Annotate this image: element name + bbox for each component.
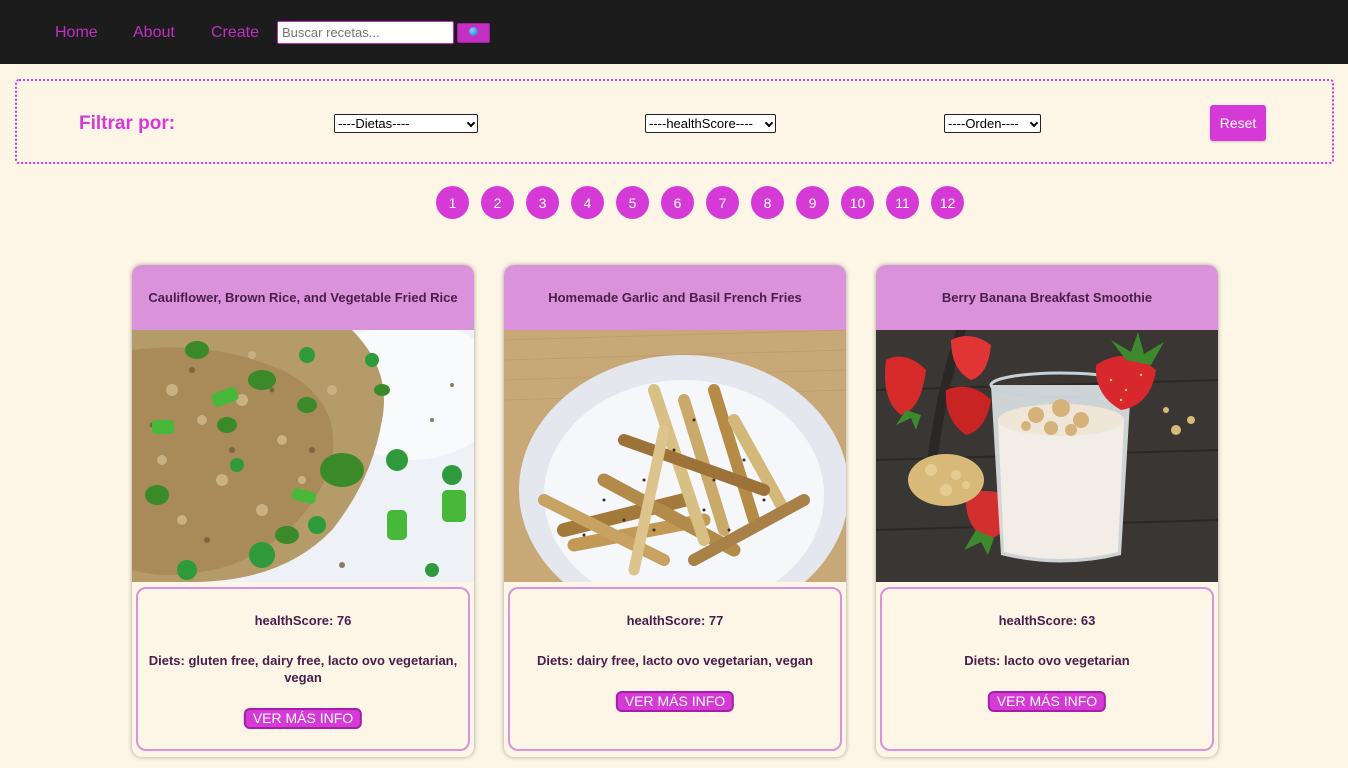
- recipe-title: Berry Banana Breakfast Smoothie: [941, 290, 1153, 305]
- nav-link-about[interactable]: About: [133, 24, 175, 42]
- health-score-select[interactable]: ----healthScore----: [645, 114, 776, 133]
- recipe-card-header: Cauliflower, Brown Rice, and Vegetable F…: [132, 265, 474, 330]
- order-select[interactable]: ----Orden----: [944, 114, 1041, 133]
- recipe-card: Cauliflower, Brown Rice, and Vegetable F…: [132, 265, 474, 757]
- recipe-card-header: Berry Banana Breakfast Smoothie: [876, 265, 1218, 330]
- diets-list: Diets: gluten free, dairy free, lacto ov…: [148, 653, 458, 685]
- diet-select-value: ----Dietas----: [338, 116, 410, 131]
- recipe-title: Homemade Garlic and Basil French Fries: [548, 290, 802, 305]
- page-button[interactable]: 10: [841, 186, 874, 219]
- page-button[interactable]: 2: [481, 186, 514, 219]
- recipe-card-header: Homemade Garlic and Basil French Fries: [504, 265, 846, 330]
- page-button[interactable]: 5: [616, 186, 649, 219]
- page-button[interactable]: 11: [886, 186, 919, 219]
- recipe-card: Berry Banana Breakfast Smoothie healthSc…: [876, 265, 1218, 757]
- more-info-button[interactable]: VER MÁS INFO: [987, 691, 1107, 712]
- recipe-info-box: healthScore: 77 Diets: dairy free, lacto…: [508, 587, 842, 751]
- top-navbar: Home About Create: [0, 0, 1348, 64]
- nav-link-home[interactable]: Home: [55, 24, 98, 42]
- page-button[interactable]: 8: [751, 186, 784, 219]
- smoothie-photo: [876, 330, 1218, 582]
- nav-link-create[interactable]: Create: [211, 24, 259, 42]
- page-button[interactable]: 12: [931, 186, 964, 219]
- health-score: healthScore: 63: [998, 613, 1096, 628]
- page-button[interactable]: 3: [526, 186, 559, 219]
- health-score: healthScore: 77: [626, 613, 724, 628]
- search-button[interactable]: [457, 23, 490, 43]
- french-fries-photo: [504, 330, 846, 582]
- page-button[interactable]: 6: [661, 186, 694, 219]
- health-score: healthScore: 76: [254, 613, 352, 628]
- page-button[interactable]: 7: [706, 186, 739, 219]
- filter-panel: Filtrar por: ----Dietas---- ----healthSc…: [15, 79, 1334, 164]
- fried-rice-photo: [132, 330, 474, 582]
- recipe-info-box: healthScore: 76 Diets: gluten free, dair…: [136, 587, 470, 751]
- search-icon: [469, 27, 478, 36]
- more-info-button[interactable]: VER MÁS INFO: [615, 691, 735, 712]
- health-score-select-value: ----healthScore----: [649, 116, 754, 131]
- recipe-title: Cauliflower, Brown Rice, and Vegetable F…: [148, 290, 458, 305]
- recipe-card: Homemade Garlic and Basil French Fries h…: [504, 265, 846, 757]
- page-button[interactable]: 9: [796, 186, 829, 219]
- more-info-button[interactable]: VER MÁS INFO: [243, 708, 363, 729]
- diet-select[interactable]: ----Dietas----: [334, 114, 478, 133]
- order-select-value: ----Orden----: [948, 116, 1019, 131]
- recipe-info-box: healthScore: 63 Diets: lacto ovo vegetar…: [880, 587, 1214, 751]
- filter-label: Filtrar por:: [79, 113, 176, 134]
- diets-list: Diets: lacto ovo vegetarian: [964, 653, 1130, 668]
- diets-list: Diets: dairy free, lacto ovo vegetarian,…: [537, 653, 813, 668]
- page-button[interactable]: 1: [436, 186, 469, 219]
- reset-button[interactable]: Reset: [1210, 105, 1266, 141]
- page-button[interactable]: 4: [571, 186, 604, 219]
- search-input[interactable]: [277, 21, 454, 44]
